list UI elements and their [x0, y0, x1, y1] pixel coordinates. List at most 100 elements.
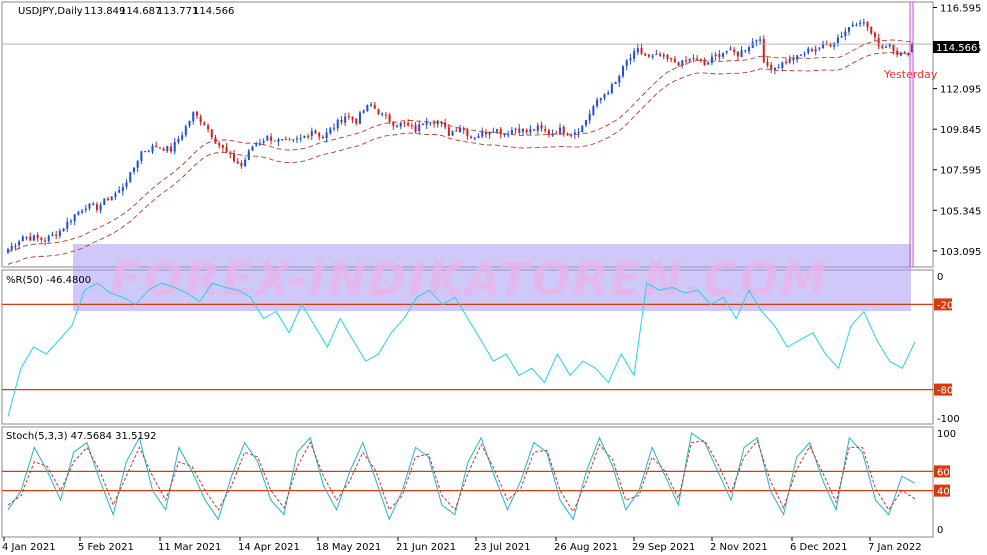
- candle-body: [629, 58, 632, 61]
- candle-body: [740, 50, 743, 57]
- candle-body: [173, 141, 176, 152]
- candle-body: [788, 58, 791, 63]
- candle-body: [351, 116, 354, 120]
- candle-body: [785, 61, 788, 64]
- stoch-title: Stoch(5,3,3) 47.5684 31.5192: [6, 431, 157, 442]
- candle-body: [581, 125, 584, 133]
- candle-body: [55, 234, 58, 236]
- candle-body: [733, 49, 736, 53]
- candle-body: [188, 120, 191, 126]
- candle-body: [103, 198, 106, 205]
- candle-body: [88, 203, 91, 209]
- candle-body: [329, 128, 332, 134]
- candle-body: [44, 240, 47, 242]
- candle-body: [496, 129, 499, 132]
- candle-body: [903, 52, 906, 54]
- candle-body: [314, 130, 317, 134]
- candle-body: [803, 53, 806, 55]
- candle-body: [722, 53, 725, 57]
- candle-body: [622, 66, 625, 77]
- candle-body: [759, 39, 762, 41]
- candle-body: [607, 92, 610, 95]
- candle-body: [203, 122, 206, 125]
- candle-body: [662, 54, 665, 57]
- x-tick-label: 2 Nov 2021: [710, 542, 768, 553]
- candle-body: [577, 131, 580, 134]
- x-tick-label: 29 Sep 2021: [632, 542, 695, 553]
- candle-body: [673, 58, 676, 63]
- candle-body: [851, 24, 854, 27]
- candle-body: [69, 220, 72, 222]
- candle-body: [644, 53, 647, 56]
- candle-body: [170, 146, 173, 152]
- candle-body: [325, 132, 328, 139]
- candle-body: [114, 193, 117, 197]
- candle-body: [618, 75, 621, 83]
- candle-body: [373, 104, 376, 109]
- candle-body: [670, 58, 673, 60]
- candle-body: [155, 145, 158, 148]
- candle-body: [355, 118, 358, 124]
- candle-body: [244, 159, 247, 167]
- candle-body: [633, 51, 636, 59]
- candle-body: [118, 190, 121, 193]
- candle-body: [81, 210, 84, 213]
- candle-body: [310, 131, 313, 136]
- candle-body: [266, 135, 269, 141]
- candle-body: [688, 58, 691, 62]
- candle-body: [540, 124, 543, 129]
- x-tick-label: 5 Feb 2021: [78, 542, 134, 553]
- candle-body: [766, 62, 769, 66]
- candle-body: [18, 241, 21, 246]
- candle-body: [536, 125, 539, 131]
- candle-body: [866, 21, 869, 28]
- candle-body: [640, 47, 643, 54]
- candle-body: [295, 138, 298, 140]
- candle-body: [247, 150, 250, 160]
- candle-body: [333, 127, 336, 129]
- candle-body: [844, 31, 847, 37]
- candle-body: [303, 135, 306, 138]
- x-tick-label: 23 Jul 2021: [474, 542, 531, 553]
- candle-body: [736, 51, 739, 57]
- candle-body: [21, 236, 24, 242]
- current-price-label: 114.566: [936, 43, 977, 54]
- candle-body: [377, 109, 380, 115]
- candle-body: [870, 27, 873, 34]
- chart-canvas: FOREX-INDIKATOREN.COM 116.595114.345112.…: [1, 1, 981, 553]
- candle-body: [696, 58, 699, 60]
- candle-body: [451, 131, 454, 136]
- candle-body: [92, 203, 95, 205]
- candle-body: [659, 54, 662, 56]
- candle-body: [444, 122, 447, 128]
- candle-body: [147, 151, 150, 153]
- candle-body: [796, 55, 799, 60]
- candle-body: [681, 60, 684, 66]
- candle-body: [270, 136, 273, 141]
- candle-body: [896, 50, 899, 55]
- candle-body: [14, 245, 17, 247]
- candle-body: [570, 135, 573, 137]
- candle-body: [162, 148, 165, 151]
- candle-body: [503, 134, 506, 136]
- candle-body: [366, 105, 369, 112]
- candle-body: [340, 119, 343, 123]
- candle-body: [692, 57, 695, 59]
- candle-body: [729, 48, 732, 51]
- candle-body: [388, 114, 391, 122]
- candle-body: [184, 126, 187, 136]
- candle-body: [140, 151, 143, 161]
- candle-body: [547, 130, 550, 136]
- candle-body: [136, 161, 139, 168]
- candle-body: [603, 94, 606, 98]
- candle-body: [262, 141, 265, 143]
- candle-body: [799, 54, 802, 56]
- candle-body: [610, 84, 613, 94]
- candle-body: [499, 128, 502, 135]
- candle-body: [762, 39, 765, 63]
- candle-body: [859, 22, 862, 25]
- candle-body: [599, 97, 602, 101]
- candle-body: [288, 139, 291, 141]
- candle-body: [807, 48, 810, 54]
- candle-body: [121, 187, 124, 192]
